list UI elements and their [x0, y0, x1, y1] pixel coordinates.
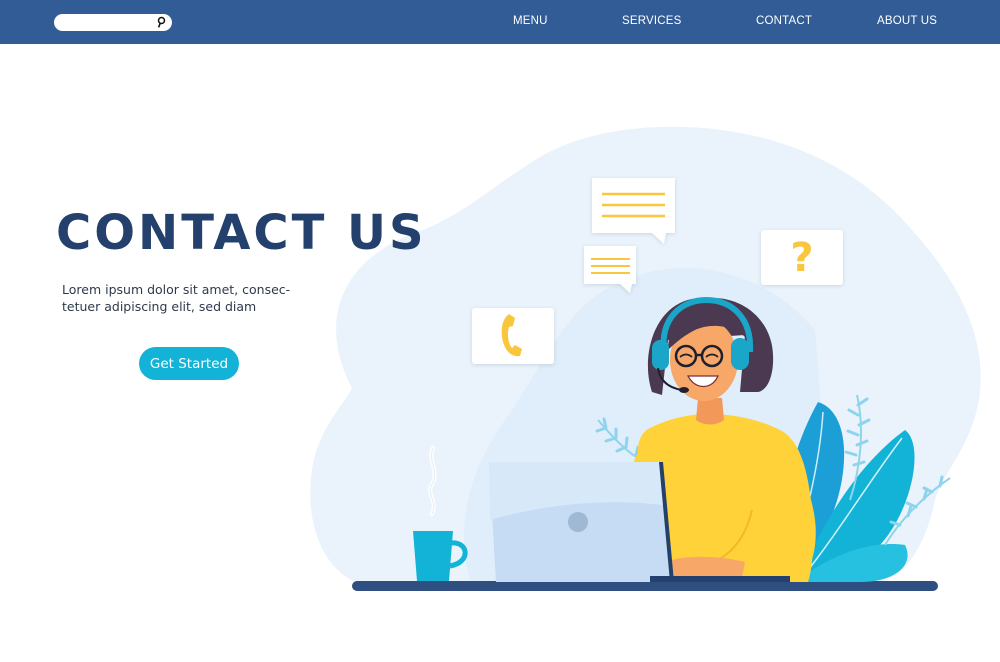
hero-subtitle-line-1: Lorem ipsum dolor sit amet, consec-	[62, 282, 291, 297]
hero-subtitle-line-2: tetuer adipiscing elit, sed diam	[62, 299, 257, 314]
desk	[352, 581, 938, 591]
support-agent-illustration: ?	[310, 126, 981, 591]
question-mark-icon: ?	[790, 235, 813, 281]
hero-subtitle: Lorem ipsum dolor sit amet, consec- tetu…	[62, 281, 332, 315]
get-started-button[interactable]: Get Started	[139, 347, 239, 380]
page-title: CONTACT US	[56, 205, 427, 261]
laptop-logo	[568, 512, 588, 532]
phone-bubble	[472, 308, 554, 364]
